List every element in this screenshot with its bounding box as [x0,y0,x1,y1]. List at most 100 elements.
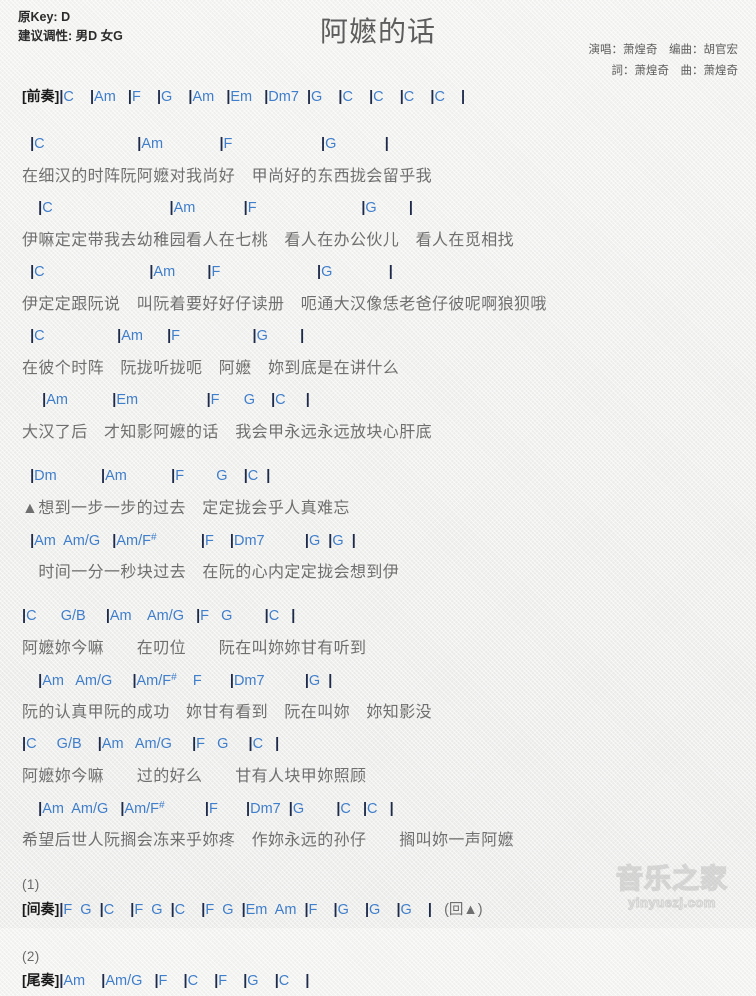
barline: | [396,902,401,918]
outro-chords: |Am |Am/G |F |C |F |G |C | [59,973,310,989]
song-body: [前奏]|C |Am |F |G |Am |Em |Dm7 |G |C |C |… [0,86,756,996]
chordline: |C G/B |Am Am/G |F G |C | [22,608,296,624]
barline: | [30,136,35,152]
barline: | [38,200,43,216]
chordline: |C |Am |F |G | [30,264,393,280]
barline: | [196,608,201,624]
chordline: |Am Am/G |Am/F# |F |Dm7 |G |G | [30,532,356,549]
barline: | [304,533,309,549]
barline: | [137,136,142,152]
barline: | [200,533,205,549]
intro-chordline: [前奏]|C |Am |F |G |Am |Em |Dm7 |G |C |C |… [0,86,756,112]
barline: | [201,902,206,918]
barline: | [22,736,27,752]
chordline: |C |Am |F |G | [30,328,305,344]
barline: | [430,89,435,105]
barline: | [243,200,248,216]
section-number-2: (2) [22,949,40,964]
lyricline: 在细汉的时阵阮阿嬷对我尚好 甲尚好的东西拢会留乎我 [22,168,433,185]
chordline: |Am |Em |F G |C | [42,392,310,408]
barline: | [321,136,326,152]
barline: | [361,200,366,216]
barline: | [167,328,172,344]
barline: | [252,328,257,344]
credit-performer-arranger: 演唱：萧煌奇 编曲：胡官宏 [588,44,739,56]
interlude-chords: |F G |C |F G |C |F G |Em Am |F |G |G |G … [59,902,432,918]
chordline: |Dm |Am |F G |C | [30,468,271,484]
barline: | [97,736,102,752]
barline: | [207,264,212,280]
barline: | [333,902,338,918]
barline: | [408,200,413,216]
lyricline: 大汉了后 才知影阿嬷的话 我会甲永远永远放块心肝底 [22,424,433,441]
barline: | [206,392,211,408]
barline: | [171,468,176,484]
lyricline: 阮的认真甲阮的成功 妳甘有看到 阮在叫妳 妳知影没 [22,704,433,721]
barline: | [305,973,310,989]
barline: | [154,973,159,989]
barline: | [399,89,404,105]
barline: | [241,902,246,918]
chordline: |Am Am/G |Am/F# |F |Dm7 |G |C |C | [38,800,394,817]
barline: | [204,801,209,817]
lyricline: 伊定定跟阮说 叫阮着要好好仔读册 呃通大汉像恁老爸仔彼呢啊狼狈哦 [22,296,547,313]
barline: | [362,801,368,817]
section-bridge: |Dm |Am |F G |C | ▲想到一步一步的过去 定定拢会乎人真难忘 |… [0,468,756,584]
barline: | [30,264,35,280]
barline: | [120,801,125,817]
lyricline: 时间一分一秒块过去 在阮的心内定定拢会想到伊 [22,564,400,581]
chordline: |C |Am |F |G | [38,200,413,216]
section-label-interlude: [间奏] [22,901,60,917]
barline: | [336,801,341,817]
barline: | [38,801,43,817]
lyricline: ▲想到一步一步的过去 定定拢会乎人真难忘 [22,500,350,517]
barline: | [338,89,343,105]
barline: | [214,973,219,989]
barline: | [243,973,248,989]
barline: | [101,468,106,484]
barline: | [317,264,322,280]
barline: | [219,136,224,152]
barline: | [130,902,135,918]
barline: | [59,973,64,989]
barline: | [274,973,279,989]
outro-chordline: [尾奏]|Am |Am/G |F |C |F |G |C | [0,970,756,996]
barline: | [156,89,161,105]
barline: | [38,673,43,689]
barline: | [42,392,47,408]
intro-chords: |C |Am |F |G |Am |Em |Dm7 |G |C |C |C |C… [59,89,466,105]
barline: | [99,902,104,918]
barline: | [229,673,234,689]
barline: | [328,533,333,549]
barline: | [275,736,280,752]
barline: | [59,89,64,105]
credit-lyricist-composer: 詞：萧煌奇 曲：萧煌奇 [611,65,739,77]
barline: | [364,902,370,918]
watermark-en: yinyuezj.com [628,894,716,910]
barline: | [127,89,132,105]
barline: | [388,264,393,280]
barline: | [30,328,35,344]
barline: | [89,89,95,105]
barline: | [306,89,312,105]
barline: | [264,608,269,624]
barline: | [30,533,35,549]
barline: | [305,392,310,408]
barline: | [132,673,137,689]
lyricline: 阿嬷妳今嘛 在叨位 阮在叫妳妳甘有听到 [22,640,367,657]
barline: | [427,902,432,918]
barline: | [288,801,293,817]
barline: | [188,89,193,105]
sharp-icon: # [159,800,165,811]
section-label-outro: [尾奏] [22,972,60,988]
barline: | [229,533,234,549]
barline: | [192,736,197,752]
barline: | [271,392,276,408]
